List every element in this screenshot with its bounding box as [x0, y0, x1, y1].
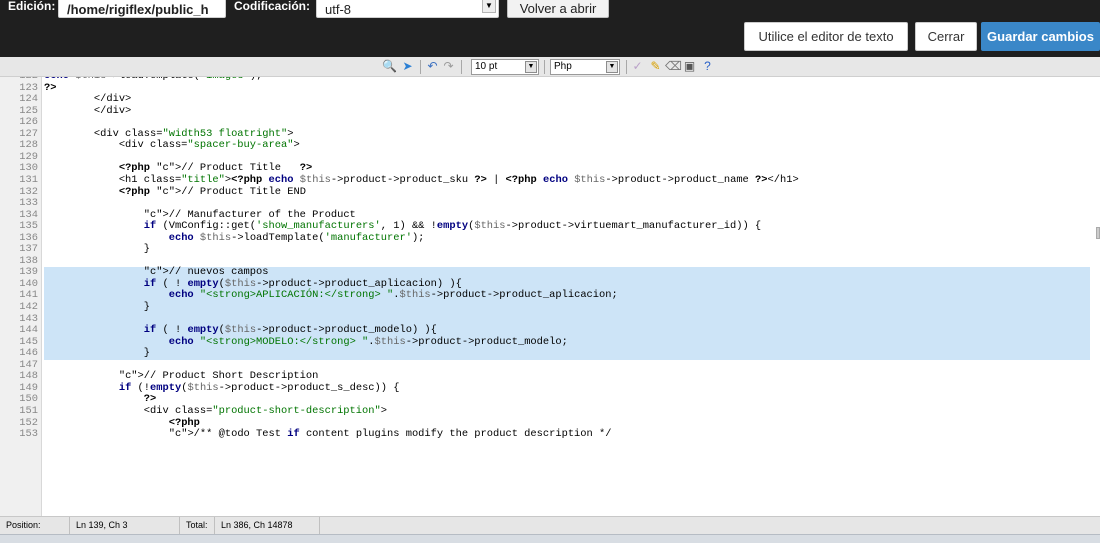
- encoding-value: utf-8: [325, 2, 352, 17]
- editor-toolbar: 🔍 ➤ ↶ ↷ 10 pt ▼ Php ▼ ✓ ✎ ⌫ ▣ ?: [0, 57, 1100, 77]
- encoding-label: Codificación:: [234, 0, 311, 13]
- font-size-value: 10 pt: [475, 61, 498, 72]
- line-number: 142: [19, 301, 38, 313]
- code-line[interactable]: 142 }: [0, 301, 1100, 314]
- code-line[interactable]: 137 }: [0, 244, 1100, 256]
- code-line[interactable]: 144 if ( ! empty($this->product->product…: [0, 324, 1100, 337]
- editor-header: Edición: /home/rigiflex/public_h Codific…: [0, 0, 1100, 57]
- scrollbar-handle[interactable]: [1096, 227, 1100, 239]
- language-select[interactable]: Php ▼: [550, 59, 620, 75]
- position-label: Position:: [0, 517, 70, 535]
- code-text[interactable]: }: [44, 348, 1090, 360]
- code-line[interactable]: 149 if (!empty($this->product->product_s…: [0, 382, 1100, 395]
- edit-icon[interactable]: ⌫: [665, 59, 682, 74]
- code-text[interactable]: }: [44, 244, 1090, 256]
- help-icon[interactable]: ?: [700, 59, 715, 74]
- code-line[interactable]: 125 </div>: [0, 105, 1100, 118]
- goto-icon[interactable]: ➤: [400, 59, 415, 74]
- chevron-down-icon: ▼: [606, 61, 618, 73]
- code-line[interactable]: 153 "c">/** @todo Test if content plugin…: [0, 428, 1100, 441]
- code-text[interactable]: </div>: [44, 94, 1090, 106]
- redo-icon[interactable]: ↷: [441, 59, 456, 74]
- line-number: 126: [19, 116, 38, 129]
- language-value: Php: [554, 61, 572, 72]
- line-number: 151: [19, 404, 38, 417]
- code-line[interactable]: 123 ?>: [0, 82, 1100, 95]
- close-button[interactable]: Cerrar: [915, 22, 977, 51]
- code-line[interactable]: 133: [0, 198, 1100, 210]
- code-line[interactable]: 151 <div class="product-short-descriptio…: [0, 404, 1100, 418]
- save-button[interactable]: Guardar cambios: [981, 22, 1100, 51]
- line-number: 133: [19, 197, 38, 210]
- code-text[interactable]: [44, 198, 1090, 210]
- search-icon[interactable]: 🔍: [382, 59, 397, 74]
- text-editor-button[interactable]: Utilice el editor de texto: [744, 22, 908, 51]
- spellcheck-icon[interactable]: ✓: [630, 59, 645, 74]
- line-number: 146: [19, 347, 38, 360]
- window-bottom-strip: [0, 534, 1100, 543]
- toolbar-divider: [544, 60, 545, 74]
- reopen-button[interactable]: Volver a abrir: [507, 0, 609, 18]
- toolbar-divider: [420, 60, 421, 74]
- font-size-select[interactable]: 10 pt ▼: [471, 59, 539, 75]
- code-line[interactable]: 135 if (VmConfig::get('show_manufacturer…: [0, 220, 1100, 233]
- code-line[interactable]: 128 <div class="spacer-buy-area">: [0, 140, 1100, 152]
- code-text[interactable]: <div class="spacer-buy-area">: [44, 140, 1090, 152]
- file-path-field[interactable]: /home/rigiflex/public_h: [58, 0, 226, 18]
- code-line[interactable]: 124 </div>: [0, 94, 1100, 106]
- code-text[interactable]: "c">/** @todo Test if content plugins mo…: [44, 428, 1090, 441]
- undo-icon[interactable]: ↶: [425, 59, 440, 74]
- encoding-select[interactable]: utf-8 ▼: [316, 0, 499, 18]
- code-editor[interactable]: 122echo $this->loadTemplate('images');12…: [0, 77, 1100, 516]
- highlight-icon[interactable]: ✎: [648, 59, 663, 74]
- code-text[interactable]: echo "<strong>MODELO:</strong> ".$this->…: [44, 336, 1090, 349]
- code-line[interactable]: 136 echo $this->loadTemplate('manufactur…: [0, 232, 1100, 245]
- code-text[interactable]: if (!empty($this->product->product_s_des…: [44, 382, 1090, 395]
- line-number: 131: [19, 173, 38, 186]
- edition-label: Edición:: [8, 0, 56, 13]
- code-text[interactable]: ?>: [44, 82, 1090, 95]
- toolbar-divider: [626, 60, 627, 74]
- reset-icon[interactable]: ▣: [682, 59, 697, 74]
- code-line[interactable]: 132 <?php "c">// Product Title END: [0, 186, 1100, 199]
- status-bar: Position: Ln 139, Ch 3 Total: Ln 386, Ch…: [0, 516, 1100, 535]
- code-text[interactable]: <h1 class="title"><?php echo $this->prod…: [44, 174, 1090, 187]
- line-number: 153: [19, 428, 38, 441]
- file-info-row: Edición: /home/rigiflex/public_h Codific…: [0, 0, 1100, 20]
- code-line[interactable]: 145 echo "<strong>MODELO:</strong> ".$th…: [0, 336, 1100, 349]
- code-text[interactable]: echo "<strong>APLICACIÓN:</strong> ".$th…: [44, 290, 1090, 302]
- code-text[interactable]: </div>: [44, 105, 1090, 118]
- line-number: 135: [19, 220, 38, 233]
- line-number: 144: [19, 324, 38, 337]
- total-label: Total:: [180, 517, 215, 535]
- code-text[interactable]: echo $this->loadTemplate('manufacturer')…: [44, 232, 1090, 245]
- toolbar-divider: [461, 60, 462, 74]
- code-line[interactable]: 146 }: [0, 348, 1100, 360]
- position-value: Ln 139, Ch 3: [70, 517, 180, 535]
- code-text[interactable]: <?php "c">// Product Title END: [44, 186, 1090, 199]
- code-line[interactable]: 141 echo "<strong>APLICACIÓN:</strong> "…: [0, 290, 1100, 302]
- chevron-down-icon: ▼: [482, 0, 496, 13]
- code-text[interactable]: }: [44, 301, 1090, 314]
- total-value: Ln 386, Ch 14878: [215, 517, 320, 535]
- chevron-down-icon: ▼: [525, 61, 537, 73]
- line-number: 124: [19, 93, 38, 106]
- code-text[interactable]: <div class="product-short-description">: [44, 405, 1090, 418]
